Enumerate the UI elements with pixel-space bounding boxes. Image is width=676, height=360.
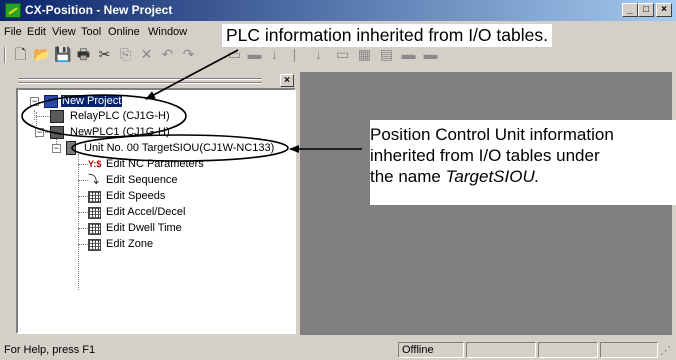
plc-arrow — [145, 49, 239, 100]
annotation-overlay — [21, 49, 362, 162]
unit-highlight-ellipse — [71, 134, 289, 162]
plc-highlight-ellipse — [21, 94, 187, 138]
